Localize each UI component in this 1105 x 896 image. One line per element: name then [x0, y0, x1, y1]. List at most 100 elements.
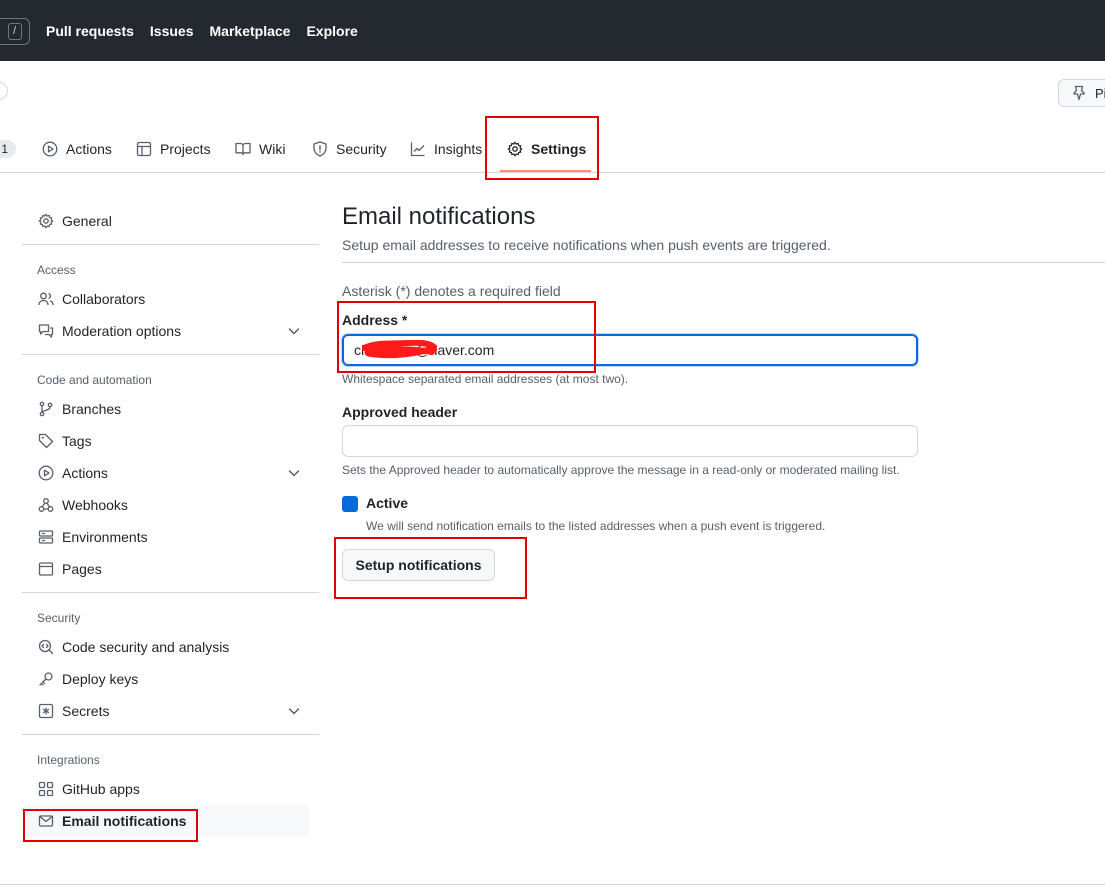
sidebar-item-label: Tags — [62, 433, 92, 449]
graph-icon — [410, 142, 425, 157]
gear-icon — [38, 213, 54, 229]
active-hint: We will send notification emails to the … — [366, 519, 826, 533]
asterisk-box-icon — [38, 703, 54, 719]
nav-explore[interactable]: Explore — [306, 23, 357, 39]
sidebar-item-label: Pages — [62, 561, 102, 577]
sidebar-divider — [22, 244, 319, 245]
people-icon — [38, 292, 54, 306]
sidebar-item-actions[interactable]: Actions — [22, 457, 310, 489]
approved-header-input[interactable] — [342, 425, 918, 457]
pin-label: Pi — [1095, 85, 1105, 101]
comment-discussion-icon — [38, 324, 54, 338]
sidebar-heading-security: Security — [37, 611, 81, 625]
sidebar-item-label: GitHub apps — [62, 781, 140, 797]
book-icon — [235, 142, 251, 156]
sidebar-item-label: Moderation options — [62, 323, 182, 339]
chevron-down-icon — [288, 708, 300, 715]
pin-button[interactable]: Pi — [1058, 79, 1105, 107]
page-title: Email notifications — [342, 203, 536, 230]
sidebar-heading-code: Code and automation — [37, 373, 152, 387]
command-palette-button[interactable]: / — [0, 18, 30, 45]
sidebar-item-label: Deploy keys — [62, 671, 139, 687]
chevron-down-icon — [288, 470, 300, 477]
key-icon — [39, 672, 53, 686]
tab-projects[interactable]: Projects — [136, 138, 211, 160]
setup-notifications-button[interactable]: Setup notifications — [342, 549, 495, 581]
sidebar-divider — [22, 354, 319, 355]
sidebar-divider — [22, 592, 319, 593]
shield-icon — [313, 141, 327, 157]
apps-icon — [38, 781, 54, 797]
active-checkbox[interactable] — [342, 496, 358, 512]
redaction-scribble — [362, 340, 437, 359]
sidebar-heading-integrations: Integrations — [37, 753, 100, 767]
tab-wiki-label: Wiki — [259, 141, 286, 157]
tab-actions[interactable]: Actions — [42, 138, 112, 160]
sidebar-item-deploy-keys[interactable]: Deploy keys — [22, 663, 310, 695]
sidebar-item-label: Secrets — [62, 703, 110, 719]
sidebar-item-label: General — [62, 213, 112, 229]
page-bottom-divider — [0, 884, 1105, 885]
sidebar-item-label: Collaborators — [62, 291, 146, 307]
selected-tab-underline — [500, 170, 591, 172]
server-icon — [38, 530, 54, 544]
tab-insights[interactable]: Insights — [410, 138, 482, 160]
tab-insights-label: Insights — [434, 141, 483, 157]
tab-actions-label: Actions — [66, 141, 112, 157]
nav-pull-requests[interactable]: Pull requests — [46, 23, 134, 39]
codescan-icon — [38, 639, 54, 655]
repo-tabs: 1 Actions Projects Wiki Security Insight… — [0, 130, 1105, 173]
tab-counter: 1 — [0, 140, 16, 158]
address-hint: Whitespace separated email addresses (at… — [342, 372, 629, 386]
sidebar-item-label: Code security and analysis — [62, 639, 230, 655]
sidebar-item-label: Actions — [62, 465, 108, 481]
sidebar-item-webhooks[interactable]: Webhooks — [22, 489, 310, 521]
sidebar-item-code-security[interactable]: Code security and analysis — [22, 631, 310, 663]
sidebar-item-environments[interactable]: Environments — [22, 521, 310, 553]
nav-issues[interactable]: Issues — [150, 23, 194, 39]
approved-header-hint: Sets the Approved header to automaticall… — [342, 463, 900, 477]
sidebar-heading-access: Access — [37, 263, 76, 277]
play-icon — [42, 141, 58, 157]
address-label: Address * — [342, 312, 408, 328]
tab-settings[interactable]: Settings — [507, 138, 586, 160]
gear-icon — [507, 141, 523, 157]
tag-icon — [38, 433, 54, 449]
table-icon — [136, 141, 152, 157]
sidebar-item-label: Environments — [62, 529, 148, 545]
approved-header-label: Approved header — [342, 404, 458, 420]
slash-key-icon: / — [7, 23, 22, 40]
required-field-note: Asterisk (*) denotes a required field — [342, 283, 561, 299]
play-icon — [38, 465, 54, 481]
title-divider — [342, 262, 1105, 263]
tab-security[interactable]: Security — [312, 138, 387, 160]
git-branch-icon — [39, 401, 53, 417]
sidebar-divider — [22, 734, 319, 735]
sidebar-item-pages[interactable]: Pages — [22, 553, 310, 585]
sidebar-item-general[interactable]: General — [22, 205, 310, 237]
page-subtitle: Setup email addresses to receive notific… — [342, 237, 831, 253]
chevron-down-icon — [288, 328, 300, 335]
active-label: Active — [366, 495, 409, 511]
sidebar-item-tags[interactable]: Tags — [22, 425, 310, 457]
global-nav: Pull requests Issues Marketplace Explore — [46, 23, 358, 39]
sidebar-item-email-notifications[interactable]: Email notifications — [22, 805, 310, 837]
tab-projects-label: Projects — [160, 141, 211, 157]
repo-visibility-circle — [0, 82, 8, 100]
mail-icon — [38, 815, 54, 827]
nav-marketplace[interactable]: Marketplace — [210, 23, 291, 39]
sidebar-item-secrets[interactable]: Secrets — [22, 695, 310, 727]
tab-wiki[interactable]: Wiki — [235, 138, 285, 160]
tab-security-label: Security — [336, 141, 387, 157]
top-nav-bar: / Pull requests Issues Marketplace Explo… — [0, 0, 1105, 61]
sidebar-item-collaborators[interactable]: Collaborators — [22, 283, 310, 315]
sidebar-item-branches[interactable]: Branches — [22, 393, 310, 425]
browser-icon — [38, 562, 54, 576]
webhook-icon — [38, 498, 54, 512]
sidebar-item-github-apps[interactable]: GitHub apps — [22, 773, 310, 805]
tab-settings-label: Settings — [531, 141, 587, 157]
sidebar-item-label: Webhooks — [62, 497, 128, 513]
sidebar-item-moderation[interactable]: Moderation options — [22, 315, 310, 347]
sidebar-item-label: Email notifications — [62, 813, 187, 829]
pin-icon — [1073, 85, 1085, 101]
